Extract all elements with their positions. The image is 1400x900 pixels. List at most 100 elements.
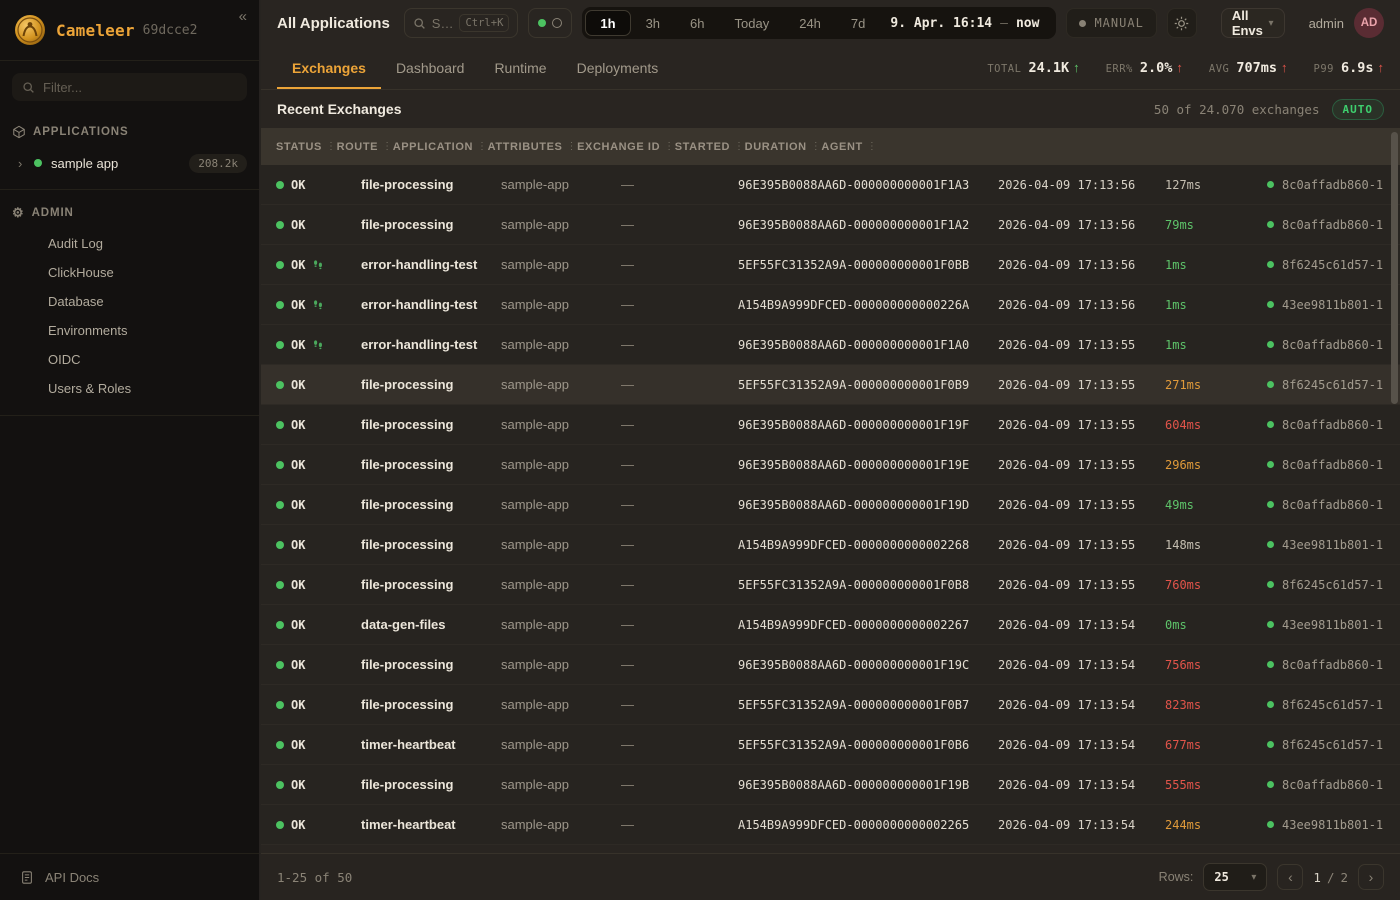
time-range-button[interactable]: Today: [720, 10, 785, 36]
tab[interactable]: Dashboard: [381, 46, 480, 89]
table-row[interactable]: OK timer-heartbeat sample-app — 5EF55FC3…: [261, 725, 1400, 765]
column-label: APPLICATION: [393, 141, 473, 153]
application-cell: sample-app: [501, 537, 621, 552]
table-row[interactable]: OK file-processing sample-app — 96E395B0…: [261, 205, 1400, 245]
admin-menu-item[interactable]: OIDC: [0, 345, 259, 374]
environment-selected: All Envs: [1232, 8, 1269, 38]
agent-status-dot: [1267, 461, 1274, 468]
table-row[interactable]: OK file-processing sample-app — 96E395B0…: [261, 445, 1400, 485]
started-cell: 2026-04-09 17:13:54: [998, 738, 1165, 752]
global-search[interactable]: S… Ctrl+K: [404, 8, 519, 38]
status-ok-dot: [276, 381, 284, 389]
admin-menu-item[interactable]: Database: [0, 287, 259, 316]
time-range-button[interactable]: 6h: [675, 10, 719, 36]
stat: AVG 707ms ↑: [1209, 60, 1288, 76]
agent-cell: 8c0affadb860-1: [1267, 418, 1400, 432]
sort-icon: ⋮: [477, 141, 488, 152]
agent-id: 8f6245c61d57-1: [1282, 738, 1383, 752]
status-ok-dot: [276, 261, 284, 269]
table-row[interactable]: OK error-handling-test sample-app — A154…: [261, 285, 1400, 325]
route-cell: timer-heartbeat: [361, 817, 501, 832]
rows-per-page-select[interactable]: 25 ▾: [1203, 863, 1267, 891]
sidebar-footer[interactable]: API Docs: [0, 853, 259, 900]
theme-toggle-button[interactable]: [1167, 8, 1197, 38]
gear-icon: ⚙: [12, 206, 25, 219]
agent-status-dot: [1267, 301, 1274, 308]
application-cell: sample-app: [501, 377, 621, 392]
stat: TOTAL 24.1K ↑: [987, 60, 1079, 76]
table-row[interactable]: OK file-processing sample-app — 5EF55FC3…: [261, 365, 1400, 405]
column-header[interactable]: EXCHANGE ID ⋮: [577, 141, 675, 153]
exchange-id-cell: 96E395B0088AA6D-000000000001F19B: [738, 778, 998, 792]
column-header[interactable]: AGENT ⋮: [821, 141, 877, 153]
stat: ERR% 2.0% ↑: [1106, 60, 1183, 76]
table-row[interactable]: OK file-processing sample-app — 96E395B0…: [261, 165, 1400, 205]
route-cell: file-processing: [361, 577, 501, 592]
admin-menu-item[interactable]: ClickHouse: [0, 258, 259, 287]
filter-box[interactable]: [12, 73, 247, 101]
table-row[interactable]: OK error-handling-test sample-app — 96E3…: [261, 325, 1400, 365]
sidebar-item-sample-app[interactable]: › sample app 208.2k: [0, 149, 259, 177]
column-header[interactable]: ROUTE ⋮: [337, 141, 393, 153]
vertical-scrollbar[interactable]: [1391, 132, 1398, 404]
started-cell: 2026-04-09 17:13:55: [998, 538, 1165, 552]
column-label: ROUTE: [337, 141, 379, 153]
date-separator: –: [1000, 16, 1008, 31]
manual-refresh-button[interactable]: MANUAL: [1066, 8, 1156, 38]
chevron-right-icon[interactable]: ›: [18, 156, 34, 171]
column-header[interactable]: ATTRIBUTES ⋮: [488, 141, 577, 153]
table-row[interactable]: OK file-processing sample-app — 5EF55FC3…: [261, 565, 1400, 605]
trend-up-icon: ↑: [1176, 60, 1183, 75]
started-cell: 2026-04-09 17:13:54: [998, 698, 1165, 712]
next-page-button[interactable]: ›: [1358, 864, 1384, 890]
table-row[interactable]: OK error-handling-test sample-app — 5EF5…: [261, 245, 1400, 285]
time-range-button[interactable]: 7d: [836, 10, 880, 36]
table-row[interactable]: OK file-processing sample-app — 96E395B0…: [261, 405, 1400, 445]
table-row[interactable]: OK file-processing sample-app — A154B9A9…: [261, 525, 1400, 565]
filter-input[interactable]: [43, 80, 237, 95]
table-row[interactable]: OK file-processing sample-app — 5EF55FC3…: [261, 685, 1400, 725]
tab[interactable]: Runtime: [479, 46, 561, 89]
time-range-button[interactable]: 24h: [784, 10, 836, 36]
status-cell: OK: [276, 218, 361, 232]
main-area: All Applications S… Ctrl+K 1h3h6hToday24…: [261, 0, 1400, 900]
duration-cell: 49ms: [1165, 498, 1267, 512]
table-row[interactable]: OK timer-heartbeat sample-app — A154B9A9…: [261, 805, 1400, 845]
application-cell: sample-app: [501, 457, 621, 472]
prev-page-button[interactable]: ‹: [1277, 864, 1303, 890]
duration-cell: 1ms: [1165, 338, 1267, 352]
time-range-button[interactable]: 3h: [631, 10, 675, 36]
time-range-button[interactable]: 1h: [585, 10, 630, 36]
duration-cell: 756ms: [1165, 658, 1267, 672]
admin-menu-item[interactable]: Audit Log: [0, 229, 259, 258]
live-status-filter[interactable]: [528, 8, 572, 38]
auto-refresh-badge[interactable]: AUTO: [1332, 99, 1385, 120]
environment-select[interactable]: All Envs ▾: [1221, 8, 1285, 38]
status-cell: OK: [276, 498, 361, 512]
started-cell: 2026-04-09 17:13:55: [998, 378, 1165, 392]
cameleer-logo-icon: [14, 14, 46, 46]
column-header[interactable]: APPLICATION ⋮: [393, 141, 488, 153]
application-cell: sample-app: [501, 697, 621, 712]
table-row[interactable]: OK file-processing sample-app — 96E395B0…: [261, 765, 1400, 805]
status-text: OK: [291, 498, 305, 512]
sidebar-collapse-icon[interactable]: «: [239, 8, 247, 25]
exchange-id-cell: 5EF55FC31352A9A-000000000001F0B6: [738, 738, 998, 752]
avatar[interactable]: AD: [1354, 8, 1384, 38]
started-cell: 2026-04-09 17:13:56: [998, 178, 1165, 192]
column-header[interactable]: DURATION ⋮: [745, 141, 822, 153]
admin-menu-item[interactable]: Users & Roles: [0, 374, 259, 403]
column-label: AGENT: [821, 141, 863, 153]
table-row[interactable]: OK data-gen-files sample-app — A154B9A99…: [261, 605, 1400, 645]
admin-menu-item[interactable]: Environments: [0, 316, 259, 345]
date-range-display[interactable]: 9. Apr. 16:14 – now: [880, 16, 1053, 31]
status-ok-dot: [276, 661, 284, 669]
tab[interactable]: Exchanges: [277, 46, 381, 89]
table-row[interactable]: OK file-processing sample-app — 96E395B0…: [261, 645, 1400, 685]
column-header[interactable]: STATUS ⋮: [276, 141, 337, 153]
tab[interactable]: Deployments: [562, 46, 674, 89]
admin-label: ADMIN: [32, 207, 74, 219]
api-docs-link[interactable]: API Docs: [45, 870, 99, 885]
table-row[interactable]: OK file-processing sample-app — 96E395B0…: [261, 485, 1400, 525]
column-header[interactable]: STARTED ⋮: [675, 141, 745, 153]
